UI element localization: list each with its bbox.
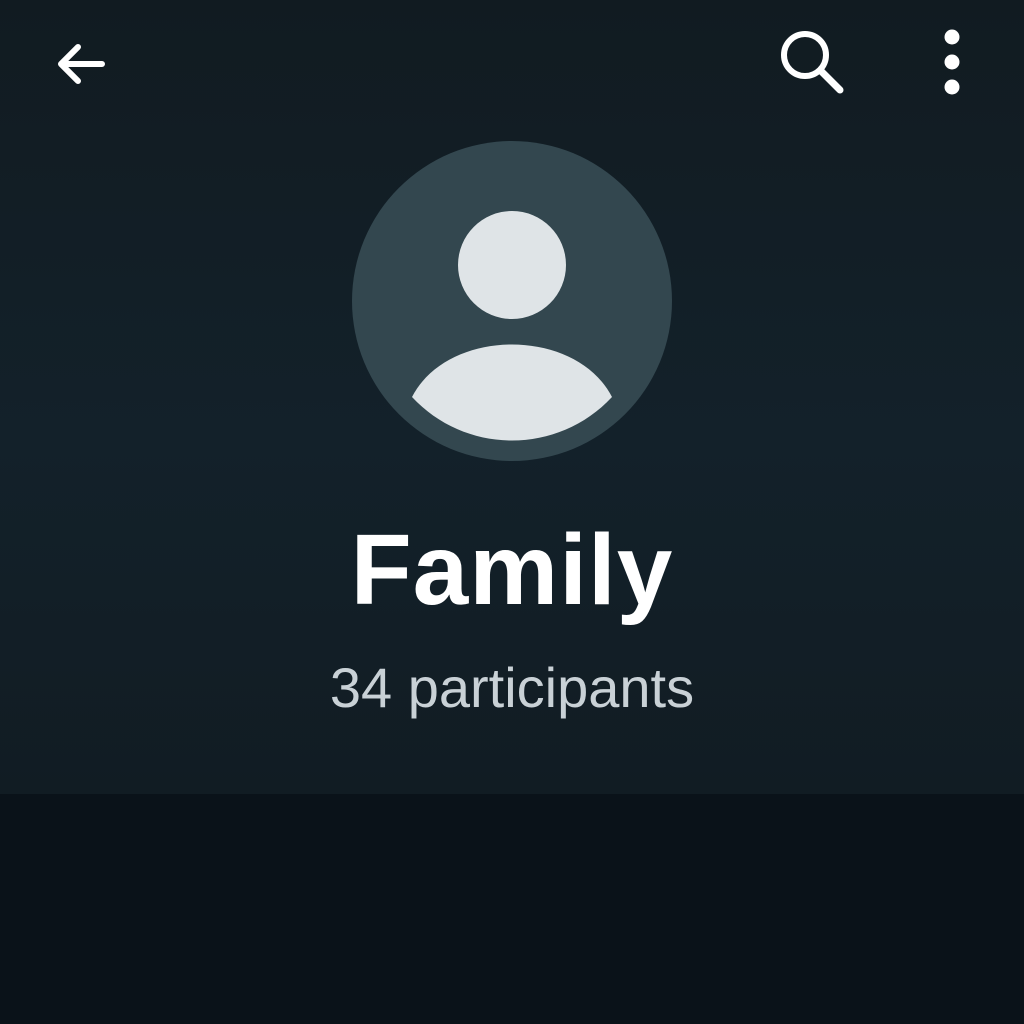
search-icon	[781, 31, 844, 94]
group-info-screen: Family 34 participants	[0, 0, 1024, 1024]
arrow-left-icon	[58, 44, 105, 84]
more-options-button[interactable]	[912, 20, 992, 104]
back-button[interactable]	[40, 24, 120, 104]
group-avatar[interactable]	[352, 141, 672, 461]
participants-count: 34 participants	[329, 656, 695, 719]
lower-content-area	[0, 794, 1024, 1024]
more-vertical-icon	[944, 29, 960, 95]
default-group-avatar-icon	[412, 211, 612, 441]
search-button[interactable]	[770, 20, 854, 104]
group-header-section: Family 34 participants	[0, 0, 1024, 794]
group-name: Family	[350, 514, 674, 626]
